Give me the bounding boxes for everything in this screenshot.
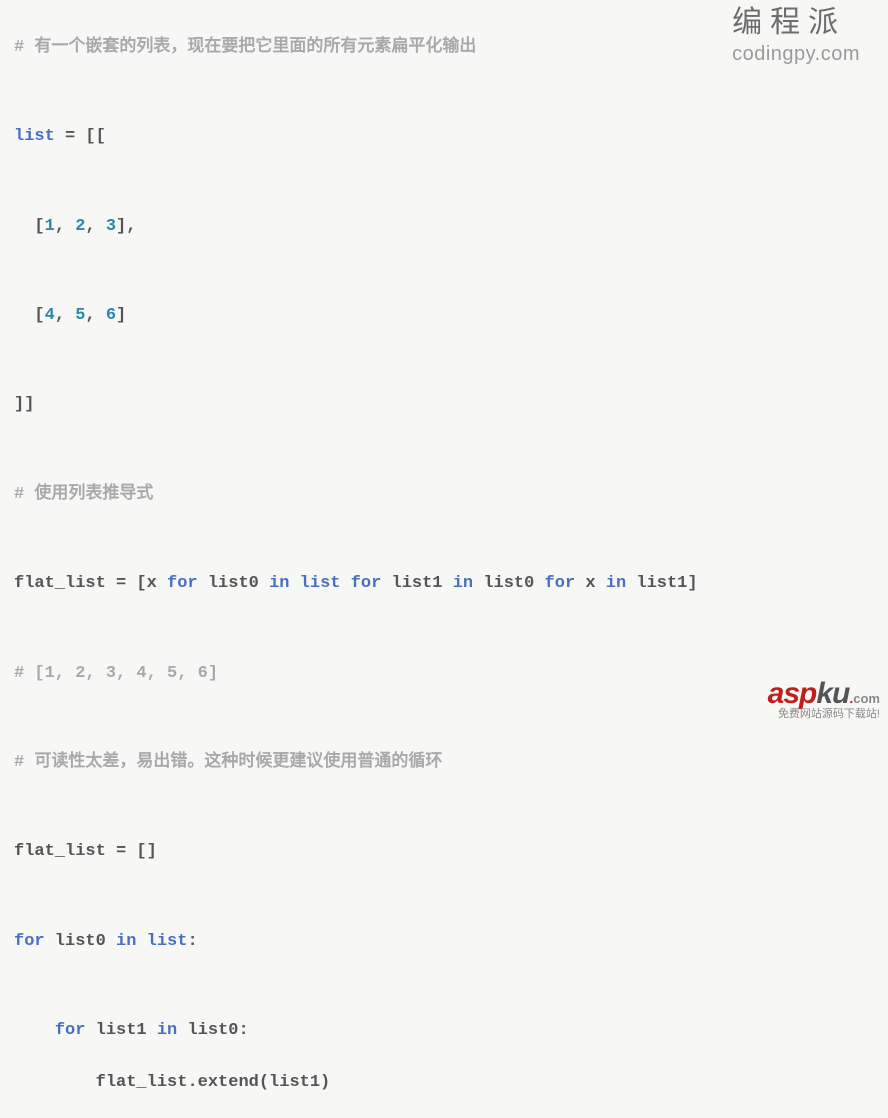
num-1: 1 [45,217,55,236]
kw-for-outer: for [14,932,45,951]
kw-in-outer: in [116,932,136,951]
kw-for-2: for [351,574,382,593]
num-4: 4 [45,306,55,325]
kw-list-outer: list [147,932,188,951]
comment-result: # [1, 2, 3, 4, 5, 6] [14,664,218,683]
flat-assign-1a: flat_list = [x [14,574,167,593]
brand-com: com [853,691,880,706]
row2-close: ] [116,306,126,325]
watermark-codingpy-en: codingpy.com [732,40,860,68]
kw-for-inner: for [55,1021,86,1040]
kw-in-1: in [269,574,289,593]
assign-open: = [[ [55,127,106,146]
watermark-aspku: aspku.com 免费网站源码下载站! [768,679,880,722]
num-2: 2 [75,217,85,236]
row1-open: [ [14,217,45,236]
brand-asp: asp [768,677,817,710]
comment-intro: # 有一个嵌套的列表，现在要把它里面的所有元素扁平化输出 [14,38,476,57]
outer-close: ]] [14,395,34,414]
watermark-aspku-brand: aspku.com [768,679,880,709]
kw-list: list [14,127,55,146]
num-5: 5 [75,306,85,325]
kw-for-1: for [167,574,198,593]
kw-in-2: in [453,574,473,593]
watermark-codingpy-cn: 编程派 [732,8,860,38]
watermark-codingpy: 编程派 codingpy.com [732,8,860,68]
comment-readability: # 可读性太差，易出错。这种时候更建议使用普通的循环 [14,753,442,772]
row2-open: [ [14,306,45,325]
kw-for-3: for [545,574,576,593]
kw-list-1: list [300,574,341,593]
comment-listcomp: # 使用列表推导式 [14,485,153,504]
row1-close: ], [116,217,136,236]
brand-ku: ku [816,677,849,710]
flat-assign-2: flat_list = [] [14,842,157,861]
kw-in-3: in [606,574,626,593]
code-block: # 有一个嵌套的列表，现在要把它里面的所有元素扁平化输出 list = [[ [… [14,12,874,1118]
kw-in-inner: in [157,1021,177,1040]
num-3: 3 [106,217,116,236]
extend-call: flat_list.extend(list1) [96,1073,331,1092]
num-6: 6 [106,306,116,325]
watermark-aspku-tagline: 免费网站源码下载站! [768,707,880,722]
